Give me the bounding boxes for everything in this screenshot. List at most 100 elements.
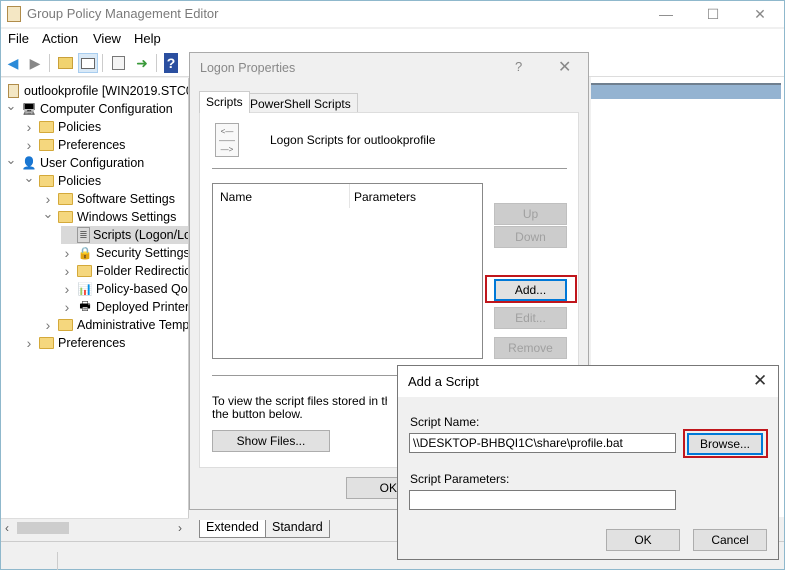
tree-item-label: Security Settings xyxy=(96,246,189,260)
security-icon: 🔒 xyxy=(77,246,93,260)
column-separator[interactable] xyxy=(349,184,350,208)
tree-item[interactable]: › 🖶 Deployed Printers xyxy=(61,298,189,316)
tree-item[interactable]: ⌄ Windows Settings xyxy=(42,206,177,226)
folder-icon xyxy=(77,265,92,277)
status-separator xyxy=(57,552,58,570)
tree-item[interactable]: ≣ Scripts (Logon/Lo xyxy=(61,226,189,244)
menu-bar: File Action View Help xyxy=(1,29,784,49)
tab-powershell-scripts[interactable]: PowerShell Scripts xyxy=(243,93,358,113)
forward-arrow-icon[interactable]: ▶ xyxy=(25,53,45,73)
script-parameters-input[interactable] xyxy=(409,490,676,510)
tree-item-label: Administrative Temp xyxy=(77,318,189,332)
gpo-scroll-icon xyxy=(7,6,21,22)
tree-item-label: Policies xyxy=(58,174,102,188)
ok-button[interactable]: OK xyxy=(606,529,680,551)
browse-button[interactable]: Browse... xyxy=(687,433,763,455)
chevron-right-icon[interactable]: › xyxy=(61,245,73,261)
folder-icon xyxy=(58,211,73,223)
tree-item[interactable]: › 📊 Policy-based QoS xyxy=(61,280,188,298)
tree-root-label: outlookprofile [WIN2019.STC01. xyxy=(24,84,189,98)
chevron-down-icon[interactable]: ⌄ xyxy=(23,170,35,186)
chevron-right-icon[interactable]: › xyxy=(23,137,35,153)
chevron-right-icon[interactable]: › xyxy=(61,263,73,279)
column-header-parameters[interactable]: Parameters xyxy=(354,190,416,204)
cancel-button[interactable]: Cancel xyxy=(693,529,767,551)
help-icon[interactable]: ? xyxy=(164,53,178,73)
folder-icon xyxy=(39,337,54,349)
tab-scripts[interactable]: Scripts xyxy=(199,91,250,113)
tree-item[interactable]: ⌄ Policies xyxy=(23,170,102,190)
tree-item-label: Computer Configuration xyxy=(40,102,173,116)
tree-item[interactable]: › Policies xyxy=(23,118,101,136)
tree-item-label: Policies xyxy=(58,120,102,134)
script-parameters-label: Script Parameters: xyxy=(410,472,510,486)
computer-icon: 🖥 xyxy=(21,102,37,116)
chevron-right-icon[interactable]: › xyxy=(23,335,35,351)
dialog-title: Logon Properties xyxy=(200,61,296,75)
scroll-right-arrow-icon[interactable]: › xyxy=(178,521,182,535)
tree-item[interactable]: › Preferences xyxy=(23,136,126,154)
tree-item-label: Preferences xyxy=(58,336,126,350)
script-file-icon: <— —— —> xyxy=(215,123,239,157)
minimize-button[interactable]: — xyxy=(643,1,689,27)
window-title: Group Policy Management Editor xyxy=(27,6,219,21)
export-list-icon[interactable]: ➜ xyxy=(132,53,152,73)
menu-action[interactable]: Action xyxy=(42,31,78,46)
tree-item-label: Preferences xyxy=(58,138,126,152)
column-header-name[interactable]: Name xyxy=(220,190,252,204)
chevron-down-icon[interactable]: ⌄ xyxy=(5,98,17,114)
menu-view[interactable]: View xyxy=(93,31,121,46)
show-files-button[interactable]: Show Files... xyxy=(212,430,330,452)
tree-item-label: Folder Redirectio xyxy=(96,264,189,278)
help-button[interactable]: ? xyxy=(515,59,522,74)
toolbar-separator xyxy=(49,54,50,72)
chevron-right-icon[interactable]: › xyxy=(23,119,35,135)
tree-item[interactable]: › 🔒 Security Settings xyxy=(61,244,189,262)
chevron-down-icon[interactable]: ⌄ xyxy=(5,152,17,168)
script-name-label: Script Name: xyxy=(410,415,480,429)
dialog-close-button[interactable]: ✕ xyxy=(558,57,571,77)
up-folder-icon[interactable] xyxy=(55,53,75,73)
close-button[interactable]: ✕ xyxy=(737,1,783,27)
tree-item[interactable]: ⌄ 🖥 Computer Configuration xyxy=(5,98,173,118)
chevron-right-icon[interactable]: › xyxy=(61,281,73,297)
console-tree: outlookprofile [WIN2019.STC01. ⌄ 🖥 Compute… xyxy=(1,78,189,518)
menu-file[interactable]: File xyxy=(8,31,29,46)
chevron-right-icon[interactable]: › xyxy=(42,317,54,333)
dialog-title: Add a Script xyxy=(408,374,479,389)
down-button[interactable]: Down xyxy=(494,226,567,248)
tree-root[interactable]: outlookprofile [WIN2019.STC01. xyxy=(5,82,189,100)
tree-item[interactable]: › Software Settings xyxy=(42,190,175,208)
remove-button[interactable]: Remove xyxy=(494,337,567,359)
folder-icon xyxy=(39,139,54,151)
tree-item[interactable]: › Administrative Temp xyxy=(42,316,189,334)
scripts-list[interactable]: Name Parameters xyxy=(212,183,483,359)
properties-icon[interactable] xyxy=(108,53,128,73)
tree-item[interactable]: › Preferences xyxy=(23,334,126,352)
up-button[interactable]: Up xyxy=(494,203,567,225)
details-selection-highlight xyxy=(591,83,781,99)
script-name-input[interactable]: \\DESKTOP-BHBQI1C\share\profile.bat xyxy=(409,433,676,453)
tree-horizontal-scrollbar[interactable]: ‹ › xyxy=(1,518,189,536)
folder-icon xyxy=(58,193,73,205)
scrollbar-thumb[interactable] xyxy=(17,522,69,534)
info-line-2: the button below. xyxy=(212,407,303,421)
add-button[interactable]: Add... xyxy=(494,279,567,301)
tree-item-label: Deployed Printers xyxy=(96,300,189,314)
edit-button[interactable]: Edit... xyxy=(494,307,567,329)
tree-item-label: Scripts (Logon/Lo xyxy=(93,228,189,242)
dialog-close-button[interactable]: ✕ xyxy=(753,371,767,391)
chevron-down-icon[interactable]: ⌄ xyxy=(42,206,54,222)
show-hide-console-tree-icon[interactable] xyxy=(78,53,98,73)
view-tabs: Extended Standard xyxy=(191,518,401,538)
chevron-right-icon[interactable]: › xyxy=(42,191,54,207)
tree-item[interactable]: › Folder Redirectio xyxy=(61,262,189,280)
maximize-button[interactable]: ☐ xyxy=(690,1,736,27)
scroll-left-arrow-icon[interactable]: ‹ xyxy=(5,521,9,535)
menu-help[interactable]: Help xyxy=(134,31,161,46)
chevron-right-icon[interactable]: › xyxy=(61,299,73,315)
back-arrow-icon[interactable]: ◀ xyxy=(3,53,23,73)
tab-standard[interactable]: Standard xyxy=(265,520,330,538)
user-icon: 👤 xyxy=(21,156,37,170)
tab-extended[interactable]: Extended xyxy=(199,520,266,538)
